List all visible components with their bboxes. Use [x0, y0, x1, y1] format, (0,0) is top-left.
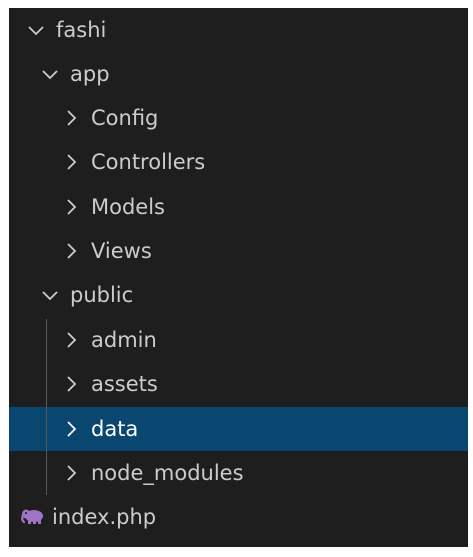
- tree-item-admin[interactable]: admin: [9, 318, 468, 362]
- tree-item-config[interactable]: Config: [9, 96, 468, 140]
- tree-item-label: assets: [91, 372, 158, 396]
- chevron-right-icon: [60, 196, 82, 218]
- tree-item-label: Controllers: [91, 150, 206, 174]
- chevron-right-icon: [60, 373, 82, 395]
- chevron-down-icon: [25, 19, 47, 41]
- tree-item-label: Views: [91, 239, 152, 263]
- chevron-right-icon: [60, 418, 82, 440]
- tree-item-public[interactable]: public: [9, 273, 468, 317]
- tree-item-models[interactable]: Models: [9, 185, 468, 229]
- tree-item-views[interactable]: Views: [9, 229, 468, 273]
- chevron-right-icon: [60, 107, 82, 129]
- indent-guide: [46, 319, 47, 495]
- chevron-right-icon: [60, 462, 82, 484]
- chevron-down-icon: [39, 63, 61, 85]
- chevron-right-icon: [60, 329, 82, 351]
- tree-item-label: app: [70, 62, 110, 86]
- chevron-right-icon: [60, 240, 82, 262]
- php-elephant-icon: [20, 506, 46, 528]
- tree-item-app[interactable]: app: [9, 52, 468, 96]
- chevron-down-icon: [39, 284, 61, 306]
- tree-item-data[interactable]: data: [9, 407, 468, 451]
- chevron-right-icon: [60, 151, 82, 173]
- tree-item-controllers[interactable]: Controllers: [9, 140, 468, 184]
- tree-item-label: admin: [91, 328, 157, 352]
- tree-item-label: data: [91, 417, 139, 441]
- tree-item-index-php[interactable]: index.php: [9, 495, 468, 539]
- tree-item-node-modules[interactable]: node_modules: [9, 451, 468, 495]
- file-explorer-tree: fashi app Config Controllers Models View…: [9, 8, 468, 547]
- tree-item-label: Config: [91, 106, 159, 130]
- tree-item-fashi[interactable]: fashi: [9, 8, 468, 52]
- tree-item-label: index.php: [52, 505, 157, 529]
- tree-item-label: node_modules: [91, 461, 244, 485]
- tree-item-label: fashi: [56, 18, 107, 42]
- tree-item-label: Models: [91, 195, 165, 219]
- tree-item-assets[interactable]: assets: [9, 362, 468, 406]
- tree-item-label: public: [70, 283, 134, 307]
